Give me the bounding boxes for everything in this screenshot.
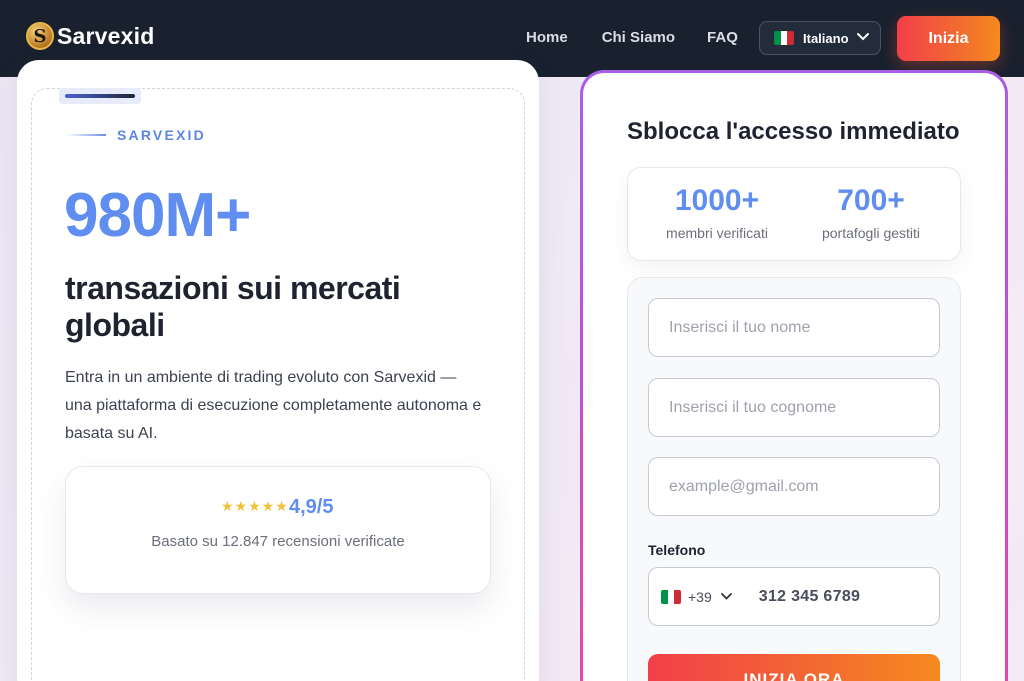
form-title: Sblocca l'accesso immediato <box>627 118 960 145</box>
brand-logo[interactable]: S Sarvexid <box>26 22 155 50</box>
nav-link-faq[interactable]: FAQ <box>707 29 738 46</box>
stat-value: 700+ <box>837 184 905 217</box>
stat-members: 1000+ membri verificati <box>637 184 797 241</box>
italy-flag-icon <box>661 589 681 604</box>
country-code: +39 <box>688 588 712 605</box>
submit-button[interactable]: INIZIA ORA <box>648 654 940 681</box>
signup-card: Sblocca l'accesso immediato 1000+ membri… <box>580 70 1008 681</box>
chevron-down-icon <box>856 29 870 47</box>
phone-field[interactable]: +39 312 345 6789 <box>648 567 940 626</box>
stat-label: portafogli gestiti <box>821 225 921 241</box>
email-field[interactable] <box>648 457 940 516</box>
phone-number-input[interactable]: 312 345 6789 <box>759 588 860 606</box>
rating-score: 4,9/5 <box>289 496 334 518</box>
stat-value: 1000+ <box>674 184 760 217</box>
stats-box: 1000+ membri verificati 700+ portafogli … <box>627 167 961 261</box>
rating-stars-icon: ★★★★★ <box>221 499 289 515</box>
eyebrow-line <box>66 134 106 136</box>
first-name-field[interactable] <box>648 298 940 357</box>
nav-links: Home Chi Siamo FAQ <box>526 29 738 46</box>
start-button[interactable]: Inizia <box>897 16 1000 61</box>
eyebrow-text: SARVEXID <box>117 127 206 143</box>
rating-card: ★★★★★ 4,9/5 Basato su 12.847 recensioni … <box>65 466 491 594</box>
nav-link-chi-siamo[interactable]: Chi Siamo <box>602 29 675 46</box>
nav-link-home[interactable]: Home <box>526 29 568 46</box>
signup-card-inner: Sblocca l'accesso immediato 1000+ membri… <box>583 73 1005 681</box>
signup-form: Telefono +39 312 345 6789 INIZIA ORA <box>627 277 961 681</box>
hero-headline: transazioni sui mercati globali <box>65 270 401 343</box>
logo-coin-icon: S <box>26 22 54 50</box>
language-label: Italiano <box>803 30 849 46</box>
italy-flag-icon <box>774 31 794 45</box>
rating-based-on: Basato su 12.847 recensioni verificate <box>151 533 405 550</box>
last-name-field[interactable] <box>648 378 940 437</box>
country-code-selector[interactable]: +39 <box>661 588 733 606</box>
stat-label: membri verificati <box>666 225 768 241</box>
hero-stat: 980M+ <box>64 181 251 250</box>
brand-name: Sarvexid <box>57 22 155 49</box>
stat-portfolios: 700+ portafogli gestiti <box>791 184 951 241</box>
eyebrow: SARVEXID <box>66 127 206 143</box>
language-selector[interactable]: Italiano <box>759 21 881 55</box>
progress-pill <box>59 88 141 104</box>
hero-description: Entra in un ambiente di trading evoluto … <box>65 369 482 442</box>
chevron-down-icon <box>720 588 733 606</box>
phone-label: Telefono <box>648 542 706 558</box>
